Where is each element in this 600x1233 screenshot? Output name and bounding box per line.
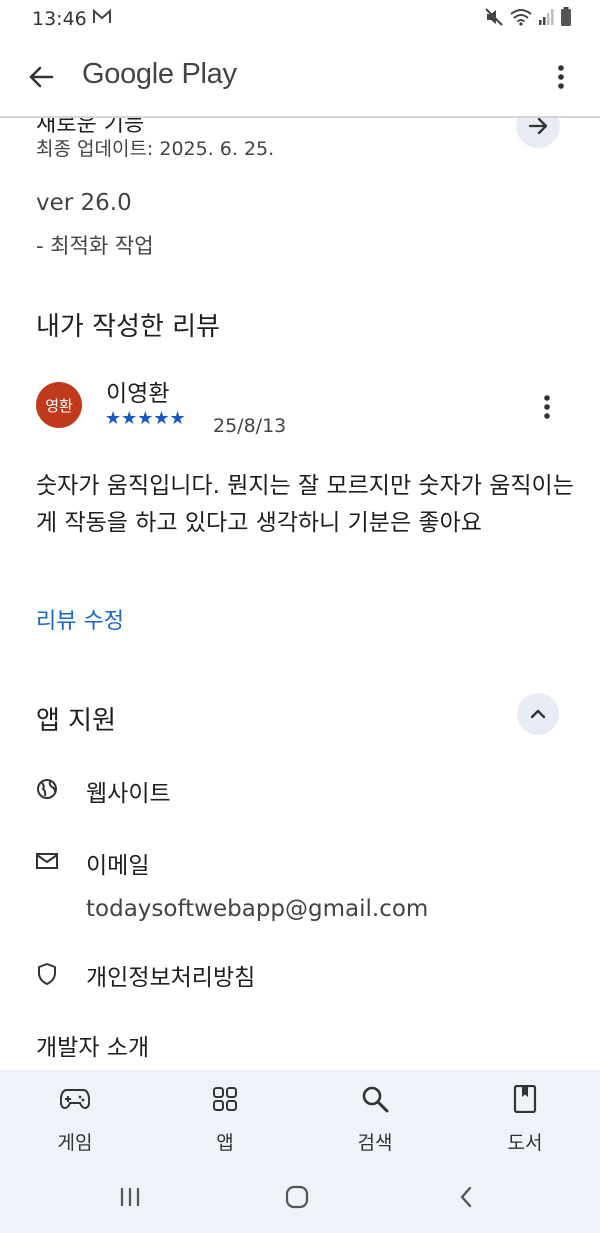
recent-apps-icon (120, 1188, 140, 1206)
nav-books-label: 도서 (507, 1132, 543, 1154)
search-icon (360, 1084, 390, 1114)
status-bar: 13:46 (0, 0, 600, 40)
mute-icon (484, 7, 504, 31)
nav-books[interactable]: 도서 (450, 1070, 600, 1164)
battery-icon (560, 7, 572, 31)
more-options-button[interactable] (544, 60, 578, 94)
email-row[interactable]: 이메일 (36, 846, 576, 890)
change-note: - 최적화 작업 (36, 234, 154, 258)
review-options-button[interactable] (533, 390, 561, 424)
arrow-forward-icon (528, 118, 548, 135)
status-time: 13:46 (32, 8, 87, 30)
nav-games[interactable]: 게임 (0, 1070, 150, 1164)
email-address[interactable]: todaysoftwebapp@gmail.com (86, 896, 428, 922)
status-icons (484, 7, 572, 31)
last-updated: 최종 업데이트: 2025. 6. 25. (36, 138, 275, 160)
bottom-navigation: 게임 앱 검색 도서 (0, 1070, 600, 1164)
nav-games-label: 게임 (57, 1132, 93, 1154)
my-review-title: 내가 작성한 리뷰 (36, 312, 220, 342)
gallery-notification-icon (92, 8, 112, 30)
home-icon (285, 1185, 309, 1209)
back-arrow-icon (29, 66, 54, 88)
wifi-icon (510, 8, 532, 30)
chevron-up-icon (530, 709, 546, 719)
shield-icon (36, 962, 60, 986)
back-button[interactable] (24, 60, 58, 94)
more-vert-icon (558, 65, 564, 89)
nav-search[interactable]: 검색 (300, 1070, 450, 1164)
apps-grid-icon (210, 1084, 240, 1114)
globe-icon (36, 778, 60, 802)
website-label: 웹사이트 (86, 781, 171, 807)
version-text: ver 26.0 (36, 190, 132, 216)
nav-apps[interactable]: 앱 (150, 1070, 300, 1164)
system-back-button[interactable] (446, 1182, 486, 1212)
app-bar: Google Play (0, 40, 600, 114)
mail-icon (36, 850, 60, 874)
website-row[interactable]: 웹사이트 (36, 774, 576, 818)
star-rating: ★★★★★ (105, 408, 186, 429)
whats-new-arrow-button[interactable] (516, 118, 560, 148)
system-navigation-bar (0, 1164, 600, 1233)
privacy-policy-label: 개인정보처리방침 (86, 965, 256, 991)
email-label: 이메일 (86, 853, 150, 879)
review-date: 25/8/13 (213, 415, 287, 437)
chevron-left-icon (460, 1186, 472, 1208)
more-vert-icon (544, 395, 550, 419)
app-support-collapse-button[interactable] (517, 693, 559, 735)
nav-apps-label: 앱 (216, 1132, 234, 1154)
book-icon (510, 1084, 540, 1114)
recent-apps-button[interactable] (110, 1182, 150, 1212)
developer-intro-title[interactable]: 개발자 소개 (36, 1028, 149, 1062)
app-title: Google Play (82, 58, 237, 90)
avatar-text: 영환 (45, 396, 73, 415)
home-button[interactable] (277, 1182, 317, 1212)
app-support-title: 앱 지원 (36, 706, 117, 736)
reviewer-name: 이영환 (106, 381, 170, 407)
content-scroll[interactable]: 새로운 기능 최종 업데이트: 2025. 6. 25. ver 26.0 - … (0, 118, 600, 1070)
avatar: 영환 (36, 382, 82, 428)
nav-search-label: 검색 (357, 1132, 393, 1154)
privacy-policy-row[interactable]: 개인정보처리방침 (36, 958, 576, 1002)
gamepad-icon (60, 1084, 90, 1114)
signal-icon (538, 8, 554, 30)
edit-review-link[interactable]: 리뷰 수정 (36, 603, 124, 635)
review-body: 숫자가 움직입니다. 뭔지는 잘 모르지만 숫자가 움직이는게 작동을 하고 있… (36, 473, 574, 536)
